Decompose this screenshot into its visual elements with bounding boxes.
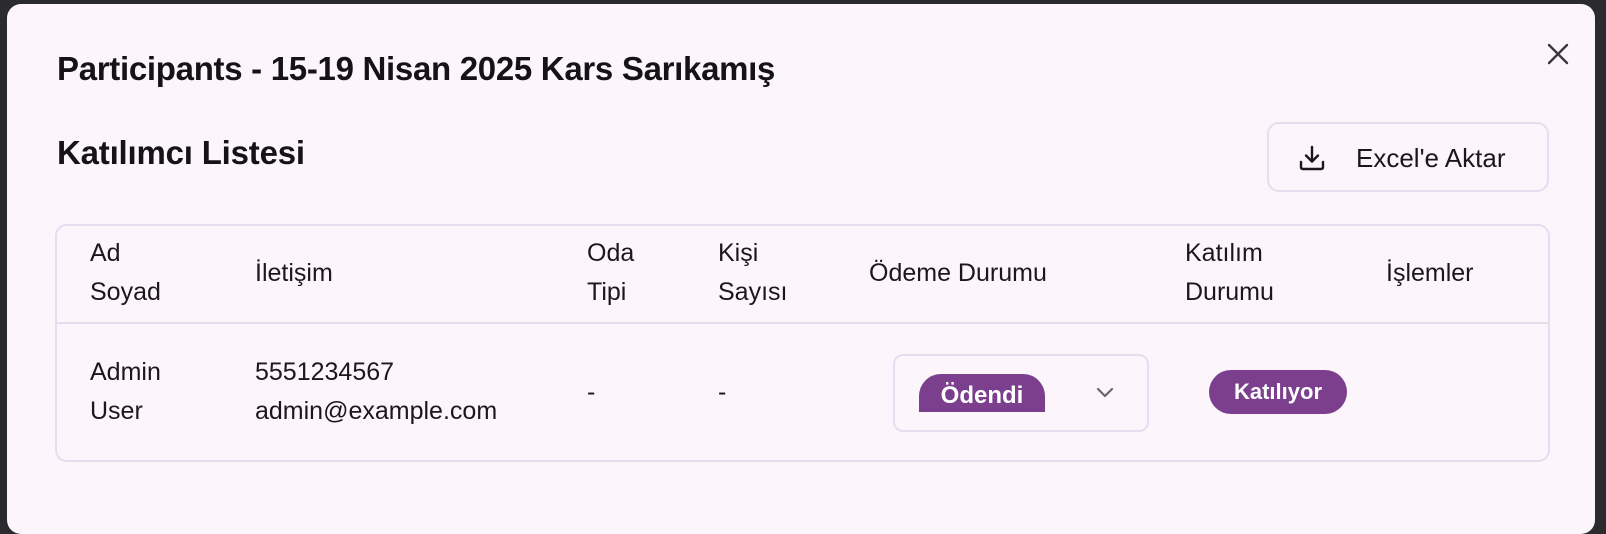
download-icon (1299, 145, 1325, 171)
table-header: Ad Soyad İletişim Oda Tipi Kişi Sayısı Ö… (57, 226, 1548, 324)
payment-status-badge: Ödendi (919, 374, 1045, 412)
participants-table: Ad Soyad İletişim Oda Tipi Kişi Sayısı Ö… (55, 224, 1550, 462)
column-header-person-count: Kişi Sayısı (718, 234, 787, 312)
participant-contact: 5551234567 admin@example.com (255, 353, 497, 431)
payment-status-select[interactable]: Ödendi (893, 354, 1149, 432)
column-header-actions: İşlemler (1386, 259, 1474, 287)
column-header-participation-status: Katılım Durumu (1185, 234, 1274, 312)
participant-phone: 5551234567 (255, 358, 395, 386)
participant-first-name: Admin (90, 358, 161, 386)
column-header-name-line2: Soyad (90, 278, 161, 306)
participant-last-name: User (90, 397, 143, 425)
chevron-down-icon (1096, 387, 1114, 398)
column-header-participation-line1: Katılım (1185, 239, 1263, 267)
section-title: Katılımcı Listesi (57, 134, 305, 171)
export-excel-button[interactable]: Excel'e Aktar (1267, 122, 1549, 192)
column-header-person-count-line2: Sayısı (718, 278, 788, 306)
room-type-value: - (587, 378, 596, 406)
dialog-title: Participants - 15-19 Nisan 2025 Kars Sar… (57, 50, 776, 87)
column-header-contact: İletişim (255, 259, 333, 287)
close-button[interactable] (1542, 38, 1574, 70)
person-count-value: - (718, 378, 727, 406)
column-header-room-type-line2: Tipi (587, 278, 627, 306)
column-header-person-count-line1: Kişi (718, 239, 759, 267)
participant-name: Admin User (90, 353, 161, 431)
close-icon (1547, 43, 1569, 65)
participants-dialog: Participants - 15-19 Nisan 2025 Kars Sar… (7, 4, 1595, 534)
column-header-room-type-line1: Oda (587, 239, 635, 267)
participation-status-badge: Katılıyor (1209, 370, 1347, 414)
column-header-name: Ad Soyad (90, 234, 161, 312)
column-header-name-line1: Ad (90, 239, 121, 267)
column-header-payment-status: Ödeme Durumu (869, 259, 1047, 287)
participant-email: admin@example.com (255, 397, 498, 425)
column-header-participation-line2: Durumu (1185, 278, 1274, 306)
export-button-label: Excel'e Aktar (1356, 143, 1506, 173)
column-header-room-type: Oda Tipi (587, 234, 634, 312)
